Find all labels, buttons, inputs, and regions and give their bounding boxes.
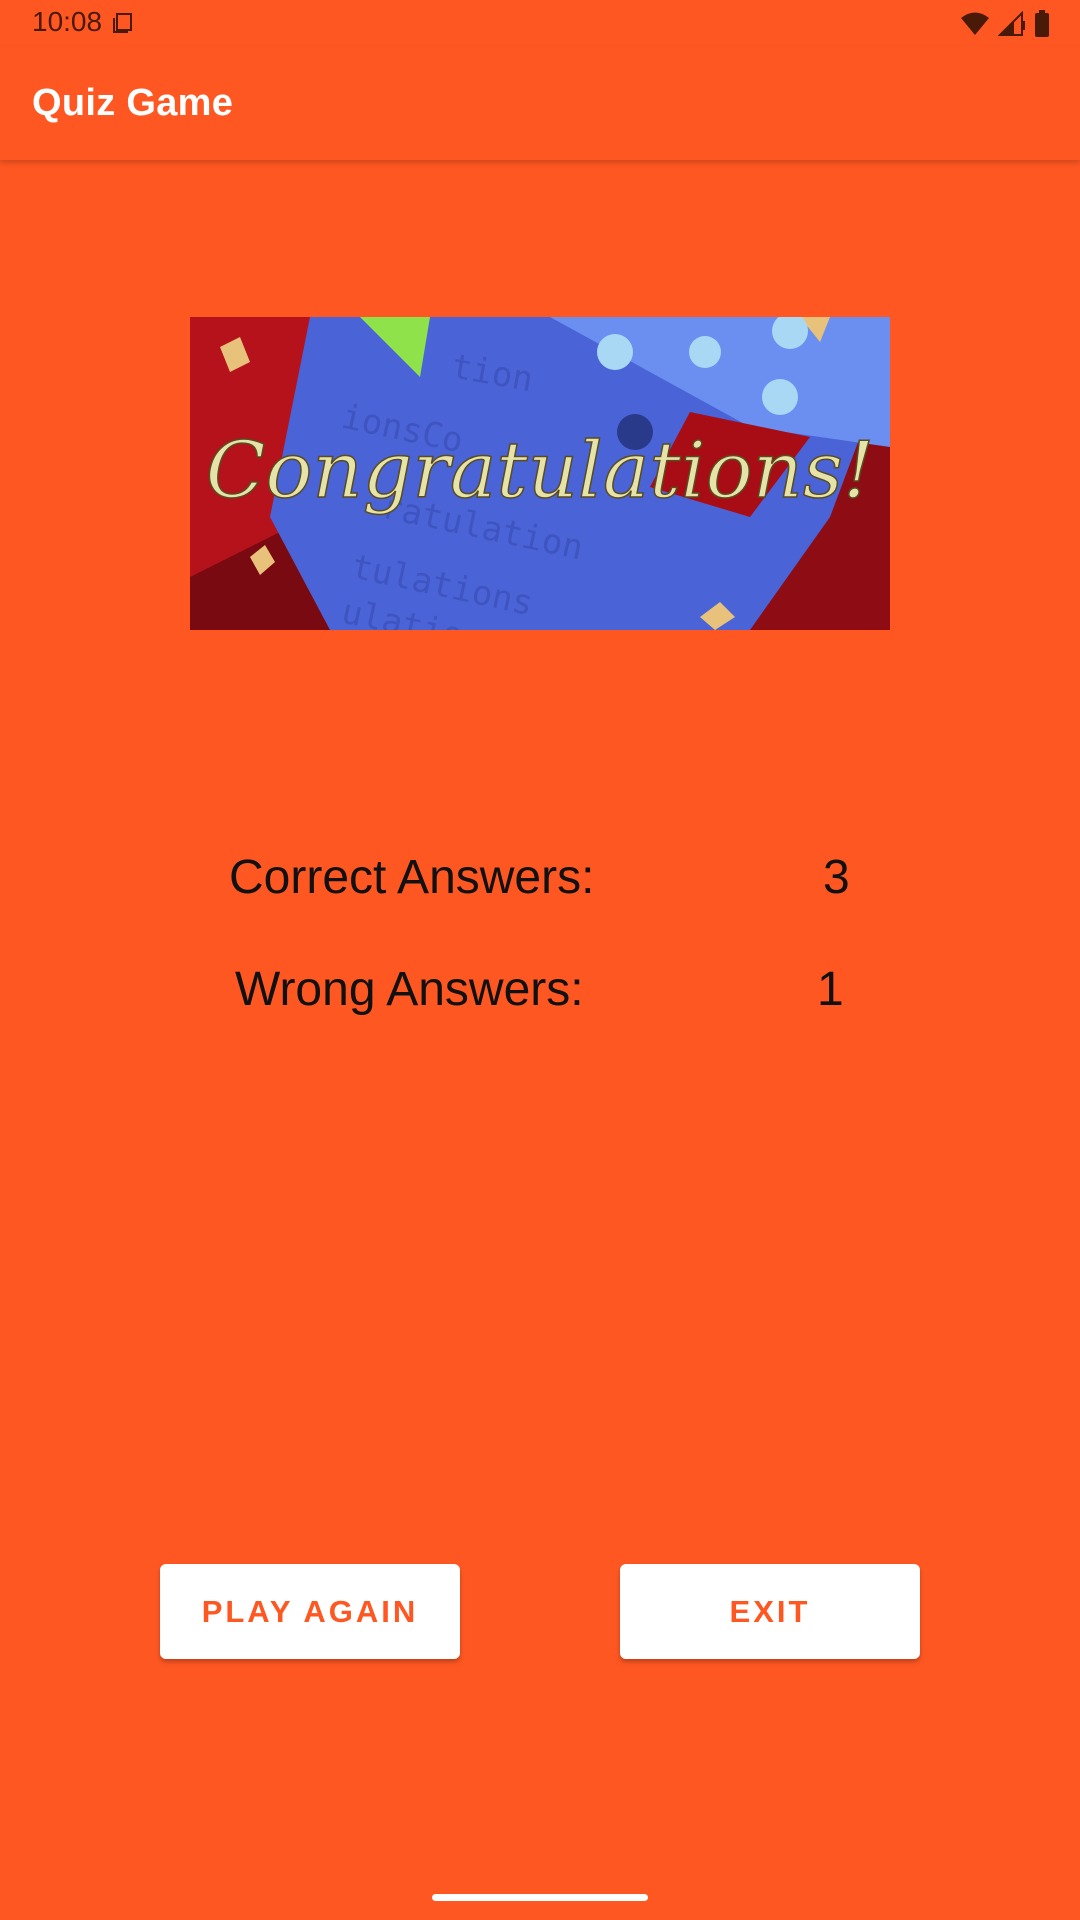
app-title: Quiz Game <box>32 82 234 124</box>
wrong-answers-label: Wrong Answers: <box>235 963 584 1016</box>
exit-button[interactable]: EXIT <box>620 1564 920 1659</box>
status-time: 10:08 <box>32 6 103 37</box>
correct-answers-value: 3 <box>823 851 850 904</box>
wifi-icon <box>961 12 989 35</box>
congratulations-banner: tion ionsCo ratulation tulations ulation… <box>190 317 890 630</box>
cell-signal-icon <box>998 11 1025 36</box>
wrong-answers-value: 1 <box>817 963 844 1016</box>
sim-card-icon <box>113 13 132 33</box>
status-icons <box>960 10 1050 38</box>
app-bar: Quiz Game <box>0 46 1080 160</box>
correct-answers-label: Correct Answers: <box>229 851 595 904</box>
gesture-nav-handle[interactable] <box>432 1894 648 1901</box>
status-bar: 10:08 <box>0 0 1080 46</box>
results-screen: 10:08 Quiz Game tion ionsCo ratulation t… <box>0 0 1080 1920</box>
banner-text: Congratulations! <box>206 426 874 516</box>
play-again-button[interactable]: PLAY AGAIN <box>160 1564 460 1659</box>
battery-icon <box>1035 10 1049 37</box>
